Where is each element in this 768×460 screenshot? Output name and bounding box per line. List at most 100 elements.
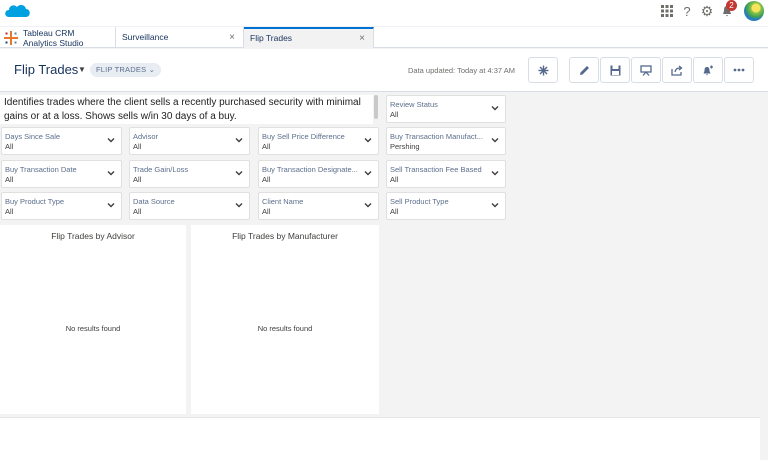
close-icon[interactable]: × [359,29,365,48]
chevron-down-icon [491,138,499,143]
notification-badge: 2 [726,0,737,11]
filter-label: Buy Transaction Designate... [262,165,358,174]
filter-value: All [133,142,142,151]
page-title: Flip Trades [14,62,79,77]
filter-buy-transaction-manufacturer[interactable]: Buy Transaction Manufact... Pershing [386,127,506,155]
filter-buy-sell-price-difference[interactable]: Buy Sell Price Difference All [258,127,379,155]
save-icon [610,65,620,75]
filter-label: Buy Transaction Manufact... [390,132,483,141]
chart-title: Flip Trades by Manufacturer [232,231,338,241]
app-name-tab[interactable]: Tableau CRM Analytics Studio [0,27,116,48]
tableau-logo-icon [4,31,18,45]
filter-data-source[interactable]: Data Source All [129,192,250,220]
salesforce-logo-icon[interactable] [3,2,31,20]
chevron-down-icon [491,203,499,208]
presentation-icon [640,64,652,76]
app-name-line1: Tableau CRM [23,28,75,38]
filter-label: Review Status [390,100,438,109]
scrollbar-track[interactable] [760,417,768,460]
chart-title: Flip Trades by Advisor [51,231,135,241]
filter-label: Advisor [133,132,159,141]
filter-client-name[interactable]: Client Name All [258,192,379,220]
save-button[interactable] [600,57,630,83]
chevron-down-icon [107,203,115,208]
bell-icon[interactable]: 2 [718,0,737,20]
filter-review-status[interactable]: Review Status All [386,95,506,123]
filter-label: Data Source [133,197,175,206]
filter-value: All [133,175,142,184]
filter-value: All [5,142,14,151]
chevron-down-icon [107,171,115,176]
chevron-down-icon [491,171,499,176]
filter-buy-transaction-date[interactable]: Buy Transaction Date All [1,160,122,188]
close-icon[interactable]: × [229,27,235,48]
notification-button[interactable] [693,57,723,83]
dashboard-description: Identifies trades where the client sells… [0,95,373,124]
ellipsis-icon [733,68,745,72]
avatar[interactable] [744,1,764,21]
dataset-pill-label: FLIP TRADES [96,65,147,74]
app-launcher-icon[interactable] [658,2,676,20]
filter-buy-product-type[interactable]: Buy Product Type All [1,192,122,220]
app-name-line2: Analytics Studio [23,38,84,48]
filter-days-since-sale[interactable]: Days Since Sale All [1,127,122,155]
footer-area [0,417,768,460]
filter-label: Client Name [262,197,304,206]
filter-sell-transaction-fee-based[interactable]: Sell Transaction Fee Based All [386,160,506,188]
global-header: ? ⚙ 2 [0,0,768,26]
filter-label: Days Since Sale [5,132,61,141]
data-updated-text: Data updated: Today at 4:37 AM [408,66,516,75]
dashboard-header: Flip Trades ▼ FLIP TRADES ⌄ Data updated… [0,49,768,92]
filter-value: All [133,207,142,216]
share-icon [671,64,683,76]
filter-value: All [5,207,14,216]
chevron-down-icon [364,203,372,208]
tab-label: Flip Trades [250,33,293,43]
filter-trade-gain-loss[interactable]: Trade Gain/Loss All [129,160,250,188]
present-button[interactable] [631,57,661,83]
tab-surveillance[interactable]: Surveillance × [116,27,244,48]
filter-value: All [262,207,271,216]
chevron-down-icon [235,138,243,143]
refresh-button[interactable] [528,57,558,83]
chevron-down-icon [107,138,115,143]
chevron-down-icon [235,203,243,208]
edit-button[interactable] [569,57,599,83]
share-button[interactable] [662,57,692,83]
chart-panel-advisor: Flip Trades by Advisor No results found [0,225,186,414]
filter-sell-product-type[interactable]: Sell Product Type All [386,192,506,220]
chevron-down-icon [364,138,372,143]
chevron-down-icon [235,171,243,176]
chevron-down-icon [364,171,372,176]
filter-label: Buy Transaction Date [5,165,77,174]
filter-advisor[interactable]: Advisor All [129,127,250,155]
filter-value: Pershing [390,142,420,151]
filter-value: All [390,110,399,119]
filter-label: Sell Product Type [390,197,449,206]
scrollbar[interactable] [374,95,378,119]
dataset-pill[interactable]: FLIP TRADES ⌄ [90,63,162,77]
asterisk-icon [538,65,548,75]
filter-label: Buy Product Type [5,197,65,206]
tab-bar: Tableau CRM Analytics Studio Surveillanc… [0,26,768,48]
filter-value: All [262,175,271,184]
filter-buy-transaction-designated[interactable]: Buy Transaction Designate... All [258,160,379,188]
filter-value: All [262,142,271,151]
chevron-down-icon [491,106,499,111]
bell-plus-icon [703,65,713,75]
gear-icon[interactable]: ⚙ [698,2,716,20]
tab-label: Surveillance [122,32,169,42]
tab-flip-trades[interactable]: Flip Trades × [244,27,374,48]
app-name: Tableau CRM Analytics Studio [23,28,83,48]
title-dropdown-icon[interactable]: ▼ [78,65,86,74]
empty-state-text: No results found [257,324,313,333]
filter-value: All [5,175,14,184]
pencil-icon [579,65,589,75]
chart-panel-manufacturer: Flip Trades by Manufacturer No results f… [191,225,379,414]
more-options-button[interactable] [724,57,754,83]
filter-value: All [390,207,399,216]
filter-label: Buy Sell Price Difference [262,132,345,141]
empty-state-text: No results found [65,324,121,333]
help-icon[interactable]: ? [678,2,696,20]
filter-label: Trade Gain/Loss [133,165,189,174]
